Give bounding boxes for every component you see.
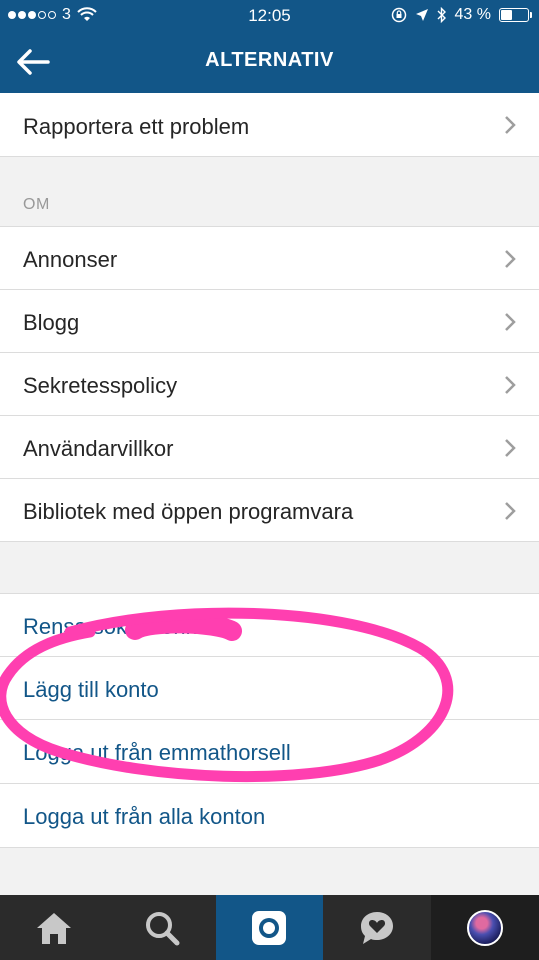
chevron-right-icon [505,250,516,268]
tab-home[interactable] [0,895,108,960]
about-item-label: Blogg [23,310,80,335]
home-icon [36,912,71,944]
tab-profile[interactable] [431,895,539,960]
report-problem-row[interactable]: Rapportera ett problem [0,93,539,157]
status-right-group: 43 % [391,6,532,24]
navigation-bar: ALTERNATIV [0,32,539,93]
orientation-lock-icon [391,7,406,23]
tab-camera[interactable] [215,895,324,960]
clear-search-history-label: Rensa sökhistorik [23,614,197,639]
top-bar: 3 12:05 43 % ALTERNATIV [0,0,539,93]
about-item-terms[interactable]: Användarvillkor [0,416,539,479]
tab-search[interactable] [108,895,216,960]
chevron-right-icon [505,439,516,457]
location-icon [415,9,428,21]
chevron-right-icon [505,116,516,134]
logout-account-row[interactable]: Logga ut från emmathorsell [0,720,539,784]
search-icon [145,911,180,945]
camera-icon [252,910,287,945]
chevron-right-icon [505,313,516,331]
battery-percentage: 43 % [454,6,491,23]
add-account-label: Lägg till konto [23,677,159,702]
page-title: ALTERNATIV [205,49,334,71]
add-account-row[interactable]: Lägg till konto [0,657,539,720]
profile-avatar [467,909,504,946]
about-item-label: Bibliotek med öppen programvara [23,499,354,524]
about-item-ads[interactable]: Annonser [0,226,539,290]
about-item-label: Annonser [23,247,118,272]
about-item-label: Sekretesspolicy [23,373,178,398]
clear-search-history-row[interactable]: Rensa sökhistorik [0,593,539,657]
battery-icon [499,8,532,22]
about-item-open-source[interactable]: Bibliotek med öppen programvara [0,479,539,542]
report-problem-label: Rapportera ett problem [23,114,250,139]
tab-activity[interactable] [323,895,431,960]
about-item-blog[interactable]: Blogg [0,290,539,353]
about-item-privacy[interactable]: Sekretesspolicy [0,353,539,416]
bluetooth-icon [437,7,446,23]
section-header-about: OM [23,196,50,213]
activity-icon [361,911,394,944]
logout-all-row[interactable]: Logga ut från alla konton [0,784,539,848]
logout-all-label: Logga ut från alla konton [23,804,266,829]
battery-fill [501,10,513,20]
chevron-right-icon [505,502,516,520]
chevron-right-icon [505,376,516,394]
tab-bar [0,895,539,960]
about-item-label: Användarvillkor [23,436,174,461]
status-bar: 3 12:05 43 % [0,0,539,32]
settings-list: Rapportera ett problem OM Annonser Blogg… [0,93,539,895]
logout-account-label: Logga ut från emmathorsell [23,740,291,765]
